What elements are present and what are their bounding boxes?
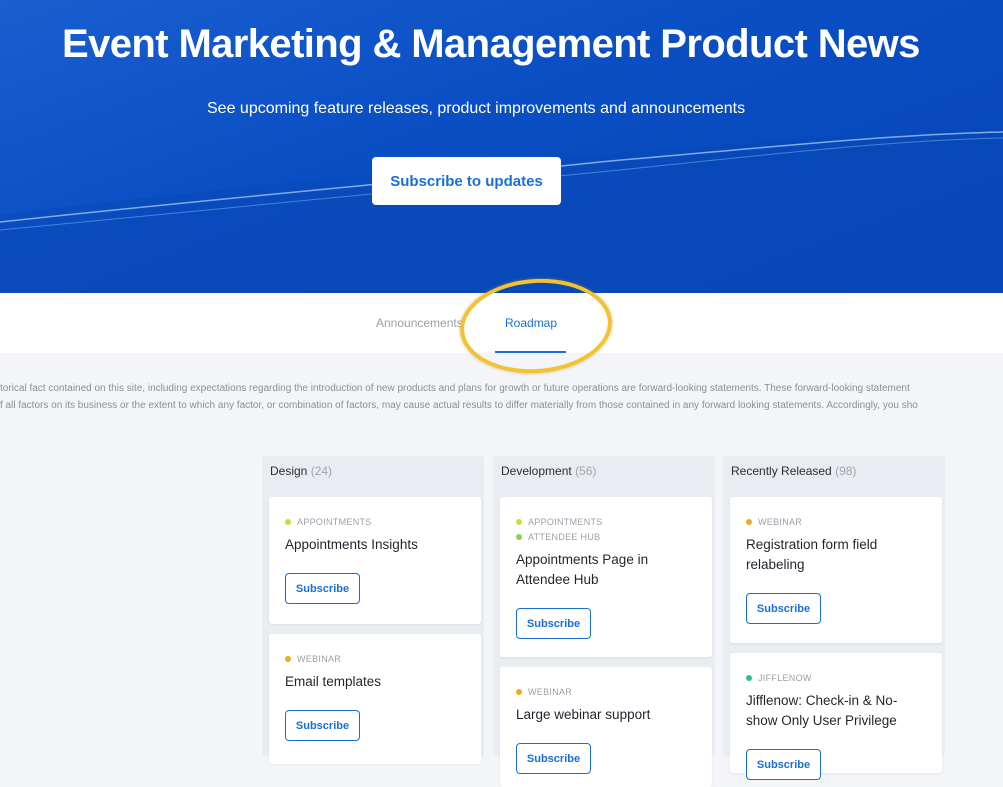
page-subtitle: See upcoming feature releases, product i… (207, 100, 746, 117)
roadmap-card[interactable]: APPOINTMENTS ATTENDEE HUB Appointments P… (500, 497, 712, 657)
tag-dot-icon (746, 674, 752, 681)
card-title: Registration form field relabeling (746, 537, 878, 572)
card-title: Large webinar support (516, 707, 651, 722)
roadmap-card[interactable]: WEBINAR Registration form field relabeli… (730, 497, 942, 643)
roadmap-card[interactable]: WEBINAR Large webinar support Subscribe (500, 667, 712, 787)
tag-label: APPOINTMENTS (297, 516, 372, 527)
subscribe-button[interactable]: Subscribe (746, 749, 821, 780)
tab-announcements[interactable]: Announcements (376, 316, 463, 330)
column-header: Design (24) (270, 464, 332, 478)
hero-banner: Event Marketing & Management Product New… (0, 0, 1003, 293)
card-title: Email templates (285, 674, 382, 689)
column-name: Recently Released (731, 464, 832, 478)
tag-dot-icon (746, 518, 752, 525)
disclaimer-line-2: f all factors on its business or the ext… (0, 400, 918, 411)
subscribe-to-updates-button[interactable]: Subscribe to updates (372, 157, 561, 205)
tag-label: WEBINAR (528, 686, 573, 697)
column-count: (24) (310, 464, 333, 478)
disclaimer-text: torical fact contained on this site, inc… (0, 380, 1003, 414)
category-tag: APPOINTMENTS (285, 514, 465, 529)
column-header: Development (56) (501, 464, 596, 478)
category-tag: JIFFLENOW (746, 670, 926, 685)
card-title: Appointments Page in Attendee Hub (516, 552, 649, 587)
category-tag: WEBINAR (746, 514, 926, 529)
category-tag: WEBINAR (516, 684, 696, 699)
roadmap-column-recently-released: Recently Released (98) WEBINAR Registrat… (723, 456, 945, 780)
category-tag: APPOINTMENTS (516, 514, 696, 529)
column-count: (98) (835, 464, 857, 478)
roadmap-column-design: Design (24) APPOINTMENTS Appointments In… (262, 456, 484, 764)
roadmap-column-development: Development (56) APPOINTMENTS ATTENDEE H… (493, 456, 715, 787)
tag-dot-icon (516, 518, 522, 525)
tag-label: ATTENDEE HUB (528, 531, 601, 542)
subscribe-button[interactable]: Subscribe (746, 593, 821, 624)
card-title: Jifflenow: Check-in & No-show Only User … (746, 693, 898, 728)
roadmap-card[interactable]: WEBINAR Email templates Subscribe (269, 634, 481, 764)
subscribe-button[interactable]: Subscribe (285, 710, 360, 741)
disclaimer-line-1: torical fact contained on this site, inc… (0, 383, 910, 394)
tag-dot-icon (516, 533, 522, 540)
subscribe-button[interactable]: Subscribe (516, 743, 591, 774)
column-header: Recently Released (98) (731, 464, 856, 478)
category-tag: ATTENDEE HUB (516, 529, 696, 544)
column-count: (56) (575, 464, 597, 478)
tag-label: APPOINTMENTS (528, 516, 603, 527)
card-title: Appointments Insights (285, 537, 418, 552)
roadmap-card[interactable]: JIFFLENOW Jifflenow: Check-in & No-show … (730, 653, 942, 780)
page-title: Event Marketing & Management Product New… (62, 22, 920, 66)
tag-label: JIFFLENOW (758, 672, 812, 683)
column-name: Design (270, 464, 308, 478)
subscribe-button[interactable]: Subscribe (516, 608, 591, 639)
column-name: Development (501, 464, 572, 478)
tag-dot-icon (285, 655, 291, 662)
roadmap-card[interactable]: APPOINTMENTS Appointments Insights Subsc… (269, 497, 481, 624)
tag-label: WEBINAR (297, 653, 342, 664)
tag-dot-icon (285, 518, 291, 525)
subscribe-button[interactable]: Subscribe (285, 573, 360, 604)
category-tag: WEBINAR (285, 651, 465, 666)
tag-label: WEBINAR (758, 516, 803, 527)
tag-dot-icon (516, 688, 522, 695)
